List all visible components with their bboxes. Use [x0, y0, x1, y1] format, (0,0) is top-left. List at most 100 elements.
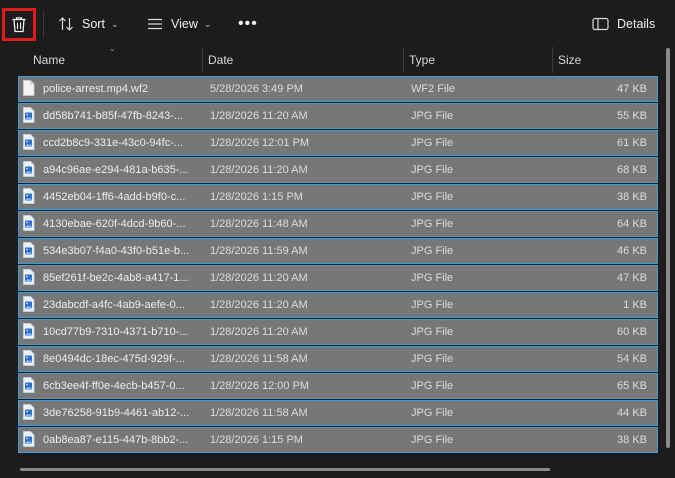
- file-name: 6cb3ee4f-ff0e-4ecb-b457-0...: [43, 380, 185, 392]
- file-name: 0ab8ea87-e115-447b-8bb2-...: [43, 434, 189, 446]
- file-size: 38 KB: [617, 434, 647, 446]
- file-type: JPG File: [411, 380, 454, 392]
- file-name-cell: 4130ebae-620f-4dcd-9b60-...: [19, 214, 204, 234]
- file-date: 1/28/2026 12:01 PM: [210, 137, 310, 149]
- file-name-cell: 23dabcdf-a4fc-4ab9-aefe-0...: [19, 295, 204, 315]
- file-row[interactable]: 534e3b07-f4a0-43f0-b51e-b... 1/28/2026 1…: [18, 238, 658, 264]
- file-name-cell: 8e0494dc-18ec-475d-929f-...: [19, 349, 204, 369]
- file-type: JPG File: [411, 326, 454, 338]
- file-type: JPG File: [411, 299, 454, 311]
- file-date: 1/28/2026 11:58 AM: [210, 407, 308, 419]
- file-name-cell: a94c96ae-e294-481a-b635-...: [19, 160, 204, 180]
- file-row[interactable]: 6cb3ee4f-ff0e-4ecb-b457-0... 1/28/2026 1…: [18, 373, 658, 399]
- column-header-date-label: Date: [208, 53, 234, 67]
- more-icon: •••: [238, 15, 258, 32]
- file-name-cell: 0ab8ea87-e115-447b-8bb2-...: [19, 430, 204, 450]
- file-size: 55 KB: [617, 110, 647, 122]
- file-date: 1/28/2026 11:20 AM: [210, 164, 308, 176]
- sort-indicator-icon: ⌄: [109, 44, 116, 53]
- file-row[interactable]: ccd2b8c9-331e-43c0-94fc-... 1/28/2026 12…: [18, 130, 658, 156]
- column-header-size[interactable]: Size: [553, 47, 655, 73]
- column-header-row: ⌄ Name Date Type Size: [18, 44, 655, 73]
- file-date: 1/28/2026 11:20 AM: [210, 272, 308, 284]
- file-name-cell: police-arrest.mp4.wf2: [19, 79, 204, 99]
- image-file-icon: [22, 322, 35, 342]
- details-pane-button[interactable]: Details: [592, 12, 655, 36]
- file-name: police-arrest.mp4.wf2: [43, 83, 149, 95]
- file-name-cell: 3de76258-91b9-4461-ab12-...: [19, 403, 204, 423]
- file-name-cell: dd58b741-b85f-47fb-8243-...: [19, 106, 204, 126]
- file-size: 54 KB: [617, 353, 647, 365]
- column-header-date[interactable]: Date: [203, 47, 404, 73]
- file-row[interactable]: police-arrest.mp4.wf2 5/28/2026 3:49 PM …: [18, 76, 658, 102]
- file-name: 4452eb04-1ff6-4add-b9f0-c...: [43, 191, 186, 203]
- file-date: 1/28/2026 11:20 AM: [210, 110, 308, 122]
- file-row[interactable]: 85ef261f-be2c-4ab8-a417-1... 1/28/2026 1…: [18, 265, 658, 291]
- file-row[interactable]: 8e0494dc-18ec-475d-929f-... 1/28/2026 11…: [18, 346, 658, 372]
- file-date: 1/28/2026 1:15 PM: [210, 434, 303, 446]
- file-type: JPG File: [411, 218, 454, 230]
- file-date: 5/28/2026 3:49 PM: [210, 83, 303, 95]
- file-type: JPG File: [411, 272, 454, 284]
- file-row[interactable]: 3de76258-91b9-4461-ab12-... 1/28/2026 11…: [18, 400, 658, 426]
- delete-button[interactable]: [2, 8, 36, 41]
- file-date: 1/28/2026 1:15 PM: [210, 191, 303, 203]
- column-header-type-label: Type: [409, 53, 436, 67]
- file-name-cell: 6cb3ee4f-ff0e-4ecb-b457-0...: [19, 376, 204, 396]
- file-name: dd58b741-b85f-47fb-8243-...: [43, 110, 184, 122]
- toolbar-divider: [43, 12, 44, 38]
- file-row[interactable]: dd58b741-b85f-47fb-8243-... 1/28/2026 11…: [18, 103, 658, 129]
- file-date: 1/28/2026 11:20 AM: [210, 299, 308, 311]
- file-row[interactable]: 10cd77b9-7310-4371-b710-... 1/28/2026 11…: [18, 319, 658, 345]
- chevron-down-icon: ⌄: [203, 18, 212, 29]
- vertical-scrollbar[interactable]: [666, 48, 670, 448]
- file-date: 1/28/2026 11:58 AM: [210, 353, 308, 365]
- view-button[interactable]: View ⌄: [147, 12, 211, 36]
- file-size: 38 KB: [617, 191, 647, 203]
- file-name: 4130ebae-620f-4dcd-9b60-...: [43, 218, 186, 230]
- details-label: Details: [617, 17, 656, 31]
- chevron-down-icon: ⌄: [110, 18, 119, 29]
- image-file-icon: [22, 133, 35, 153]
- file-type: JPG File: [411, 110, 454, 122]
- file-type: JPG File: [411, 137, 454, 149]
- file-list: police-arrest.mp4.wf2 5/28/2026 3:49 PM …: [18, 76, 658, 454]
- file-type: JPG File: [411, 191, 454, 203]
- file-date: 1/28/2026 11:59 AM: [210, 245, 308, 257]
- horizontal-scrollbar[interactable]: [20, 468, 550, 471]
- column-header-name[interactable]: ⌄ Name: [18, 44, 203, 73]
- command-bar: Sort ⌄ View ⌄ ••• Details: [0, 0, 675, 48]
- file-date: 1/28/2026 12:00 PM: [210, 380, 310, 392]
- file-name: 23dabcdf-a4fc-4ab9-aefe-0...: [43, 299, 185, 311]
- image-file-icon: [22, 214, 35, 234]
- file-row[interactable]: 0ab8ea87-e115-447b-8bb2-... 1/28/2026 1:…: [18, 427, 658, 453]
- file-row[interactable]: a94c96ae-e294-481a-b635-... 1/28/2026 11…: [18, 157, 658, 183]
- file-type: JPG File: [411, 164, 454, 176]
- file-type: JPG File: [411, 245, 454, 257]
- file-row[interactable]: 4130ebae-620f-4dcd-9b60-... 1/28/2026 11…: [18, 211, 658, 237]
- sort-label: Sort: [82, 17, 105, 31]
- file-name: 3de76258-91b9-4461-ab12-...: [43, 407, 190, 419]
- image-file-icon: [22, 106, 35, 126]
- more-options-button[interactable]: •••: [238, 12, 258, 36]
- file-name-cell: 4452eb04-1ff6-4add-b9f0-c...: [19, 187, 204, 207]
- image-file-icon: [22, 187, 35, 207]
- column-header-type[interactable]: Type: [404, 47, 553, 73]
- file-type: JPG File: [411, 434, 454, 446]
- file-name-cell: ccd2b8c9-331e-43c0-94fc-...: [19, 133, 204, 153]
- file-size: 68 KB: [617, 164, 647, 176]
- sort-icon: [59, 17, 73, 31]
- file-name: ccd2b8c9-331e-43c0-94fc-...: [43, 137, 184, 149]
- file-name: 10cd77b9-7310-4371-b710-...: [43, 326, 189, 338]
- file-size: 61 KB: [617, 137, 647, 149]
- file-type: JPG File: [411, 353, 454, 365]
- file-row[interactable]: 23dabcdf-a4fc-4ab9-aefe-0... 1/28/2026 1…: [18, 292, 658, 318]
- file-row[interactable]: 4452eb04-1ff6-4add-b9f0-c... 1/28/2026 1…: [18, 184, 658, 210]
- image-file-icon: [22, 430, 35, 450]
- file-name: 534e3b07-f4a0-43f0-b51e-b...: [43, 245, 190, 257]
- file-name-cell: 534e3b07-f4a0-43f0-b51e-b...: [19, 241, 204, 261]
- view-label: View: [171, 17, 198, 31]
- document-icon: [22, 79, 35, 99]
- sort-button[interactable]: Sort ⌄: [58, 12, 118, 36]
- file-name-cell: 85ef261f-be2c-4ab8-a417-1...: [19, 268, 204, 288]
